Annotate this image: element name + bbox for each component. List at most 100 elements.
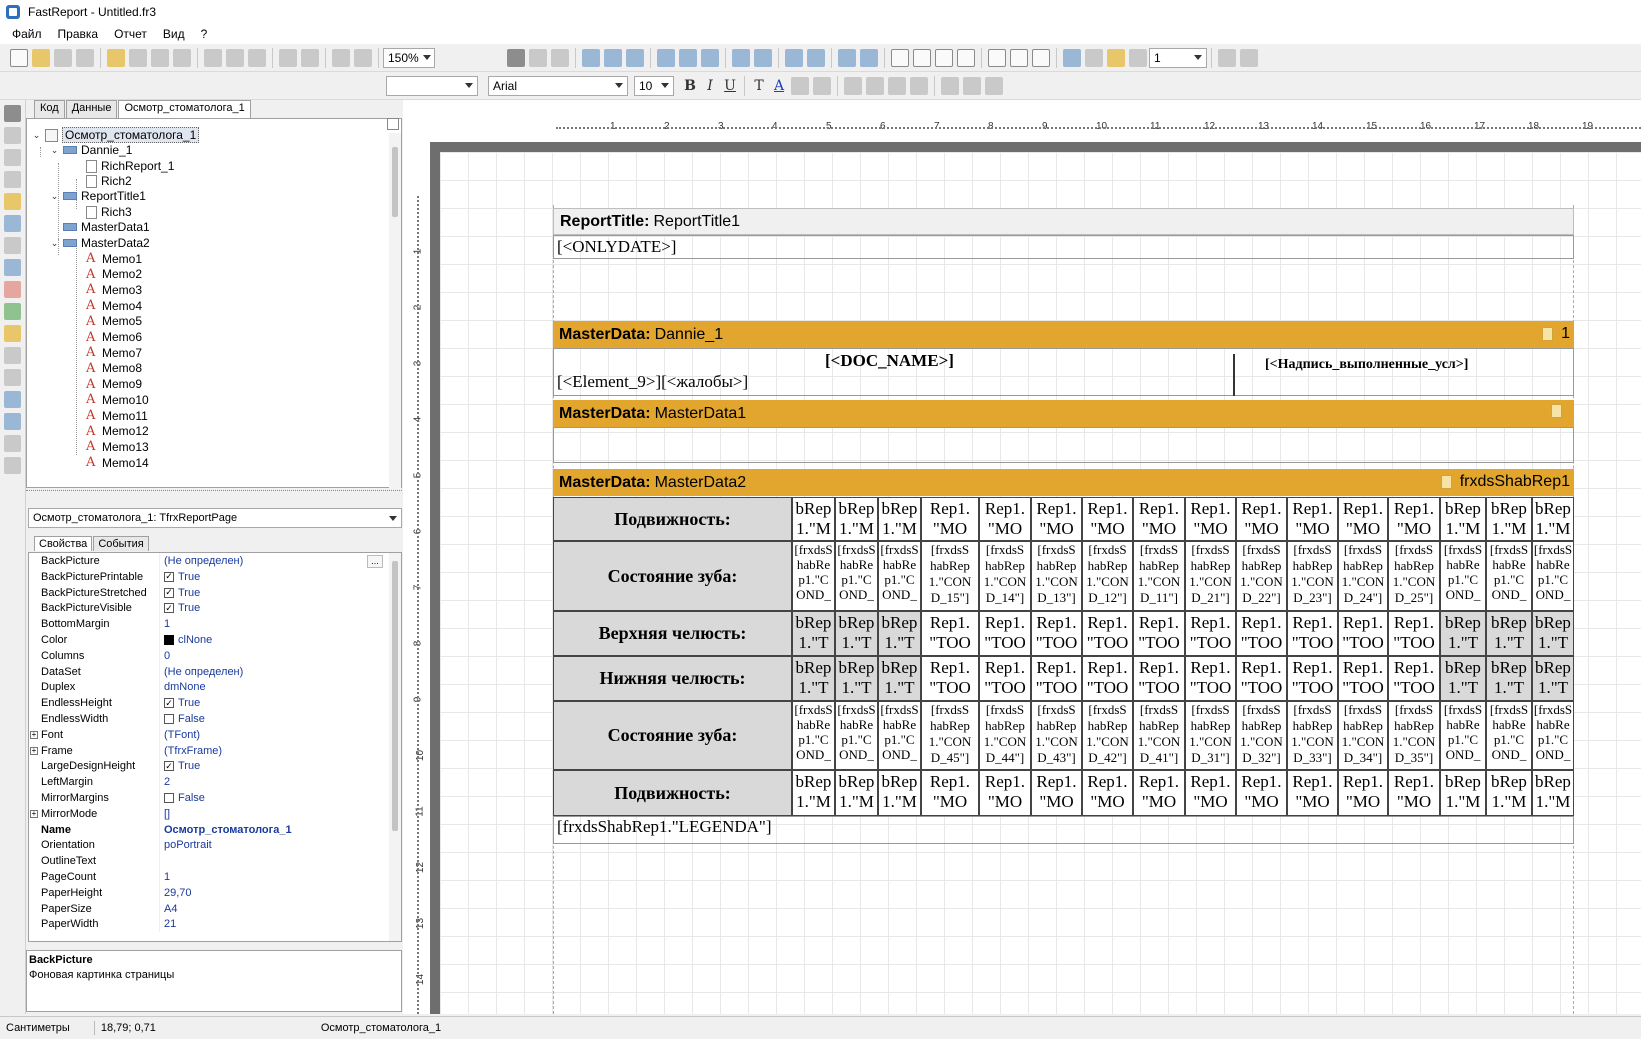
table-cell[interactable]: bRep 1."M [835,497,878,541]
frame-top-icon[interactable] [891,48,909,67]
table-cell[interactable]: [frxdsS habRep 1."CON D_31"] [1185,701,1236,770]
table-cell[interactable]: Rep1. "TOO [1388,611,1440,656]
table-cell[interactable]: [frxdsS habRe p1."C OND_ [835,541,878,611]
paste-icon[interactable] [248,48,266,67]
table-cell[interactable]: Rep1. "MO [1287,497,1338,541]
table-cell[interactable]: bRep 1."T OOT [792,611,835,656]
text-align-left-icon[interactable] [844,76,862,95]
fit-to-grid-icon[interactable] [551,48,569,67]
menu-report[interactable]: Отчет [106,27,155,41]
show-grid-icon[interactable] [507,48,525,67]
table-cell[interactable]: [frxdsS habRe p1."C OND_ [1440,541,1486,611]
table-cell[interactable]: Rep1. "MO [1388,497,1440,541]
table-cell[interactable]: bRep 1."T OOT [878,611,921,656]
table-object-icon[interactable] [4,369,21,386]
table-cell[interactable]: [frxdsS habRep 1."CON D_25"] [1388,541,1440,611]
tree-node[interactable]: RichReport_1 [86,159,174,173]
table-cell[interactable]: bRep 1."M [1440,497,1486,541]
ellipsis-button[interactable]: ... [367,555,383,568]
subreport-icon[interactable] [4,325,21,342]
frame-style-icon[interactable] [1129,48,1147,67]
table-cell[interactable]: Rep1. "TOO [1287,656,1338,701]
expand-icon[interactable]: + [30,730,38,739]
tree-node[interactable]: A Memo3 [86,282,142,297]
tree-node[interactable]: A Memo14 [86,455,149,470]
table-cell[interactable]: [frxdsS habRep 1."CON D_43"] [1031,701,1082,770]
format-painter-icon[interactable] [4,193,21,210]
legend-field[interactable]: [frxdsShabRep1."LEGENDA"] [557,817,772,837]
bold-icon[interactable]: B [680,76,700,96]
tree-node[interactable]: A Memo11 [86,408,148,423]
text-valign-middle-icon[interactable] [963,76,981,95]
table-cell[interactable]: bRep 1."M [878,497,921,541]
table-cell[interactable]: bRep 1."T OOT [1486,656,1532,701]
menu-file[interactable]: Файл [4,27,50,41]
table-cell[interactable]: bRep 1."M [792,497,835,541]
property-row[interactable]: Columns 0 [29,647,389,664]
reporttitle-body[interactable] [553,235,1574,259]
save-icon[interactable] [54,48,72,67]
font-settings-icon[interactable]: T [749,76,769,96]
property-row[interactable]: Name Осмотр_стоматолога_1 [29,821,389,838]
style-combo[interactable] [386,75,478,96]
tree-node[interactable]: A Memo5 [86,314,142,329]
table-cell[interactable]: [frxdsS habRep 1."CON D_34"] [1338,701,1388,770]
object-selector[interactable]: Осмотр_стоматолога_1: TfrxReportPage [28,508,402,528]
table-cell[interactable]: Rep1. "MO [1185,497,1236,541]
table-cell[interactable]: [frxdsS habRep 1."CON D_23"] [1287,541,1338,611]
table-cell[interactable]: bRep 1."M [1486,497,1532,541]
checkbox[interactable]: ✓ [164,587,174,598]
align-to-grid-icon[interactable] [529,48,547,67]
table-cell[interactable]: Rep1. "TOO [1236,611,1287,656]
table-cell[interactable]: bRep 1."M [792,770,835,816]
fill-color-icon[interactable] [1063,48,1081,67]
tree-node[interactable]: ⌄ MasterData2 [50,236,150,250]
tree-node[interactable]: Rich3 [86,205,132,219]
tab-code[interactable]: Код [34,100,65,118]
tab-properties[interactable]: Свойства [34,536,93,551]
table-cell[interactable]: [frxdsS habRe p1."C OND_ [792,701,835,770]
expand-icon[interactable]: + [30,809,38,818]
table-cell[interactable]: Rep1. "MO [1236,770,1287,816]
text-valign-bottom-icon[interactable] [985,76,1003,95]
table-cell[interactable]: Rep1. "MO [1338,497,1388,541]
frame-none-icon[interactable] [1010,48,1028,67]
table-cell[interactable]: Rep1. "TOO [1133,611,1185,656]
table-cell[interactable]: [frxdsS habRep 1."CON D_12"] [1082,541,1133,611]
table-row-label[interactable]: Подвижность: [553,770,792,816]
tree-node[interactable]: A Memo12 [86,424,149,439]
table-cell[interactable]: [frxdsS habRep 1."CON D_15"] [921,541,979,611]
table-cell[interactable]: bRep 1."T OOT [792,656,835,701]
tree-node[interactable]: A Memo6 [86,330,142,345]
props-scrollbar[interactable] [389,553,401,941]
chevron-down-icon[interactable]: ⌄ [50,145,59,155]
property-row[interactable]: BackPictureStretched ✓ True [29,584,389,601]
table-cell[interactable]: bRep 1."T OOT [878,656,921,701]
property-row[interactable]: DataSet (Не определен) [29,663,389,680]
inscription-field[interactable]: [<Надпись_выполненные_усл>] [1265,357,1468,373]
table-cell[interactable]: Rep1. "MO [921,497,979,541]
tab-events[interactable]: События [93,536,149,551]
property-row[interactable]: + Font (TFont) [29,726,389,743]
ungroup-icon[interactable] [354,48,372,67]
table-cell[interactable]: Rep1. "TOO [1082,656,1133,701]
chevron-down-icon[interactable]: ⌄ [50,238,59,248]
table-cell[interactable]: Rep1. "TOO [1082,611,1133,656]
property-row[interactable]: LeftMargin 2 [29,774,389,791]
barcode-object-icon[interactable] [4,457,21,474]
chart-object-icon[interactable] [4,413,21,430]
text-align-right-icon[interactable] [888,76,906,95]
table-cell[interactable]: Rep1. "TOO [1338,611,1388,656]
property-row[interactable]: LargeDesignHeight ✓ True [29,758,389,775]
table-row-label[interactable]: Нижняя челюсть: [553,656,792,701]
table-cell[interactable]: [frxdsS habRep 1."CON D_44"] [979,701,1031,770]
menu-view[interactable]: Вид [155,27,193,41]
tree-node[interactable]: A Memo1 [86,251,142,266]
align-right-icon[interactable] [626,48,644,67]
same-width-icon[interactable] [838,48,856,67]
table-cell[interactable]: Rep1. "MO [1031,770,1082,816]
table-cell[interactable]: Rep1. "MO [1388,770,1440,816]
table-row-label[interactable]: Подвижность: [553,497,792,541]
open-icon[interactable] [32,48,50,67]
text-align-center-icon[interactable] [866,76,884,95]
